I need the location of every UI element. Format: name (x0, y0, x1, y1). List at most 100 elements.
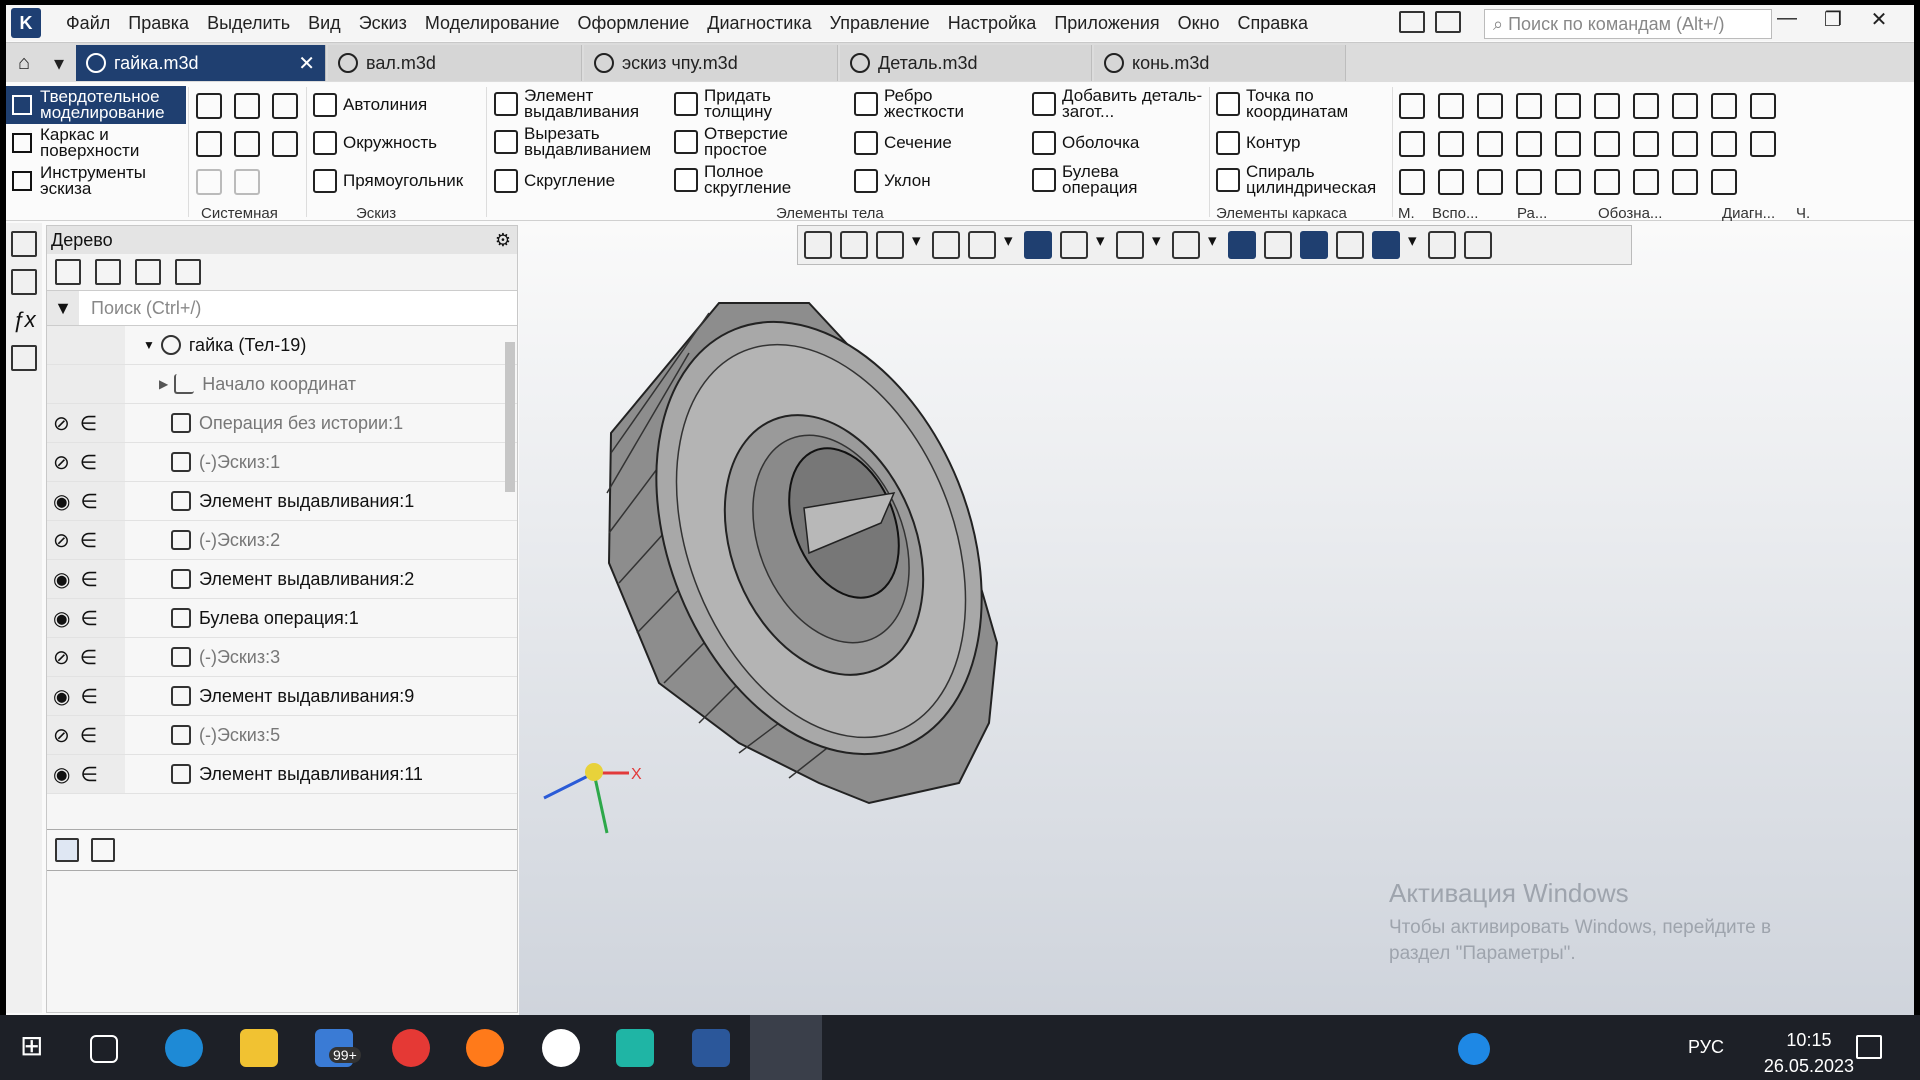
helix-button[interactable]: Спираль цилиндрическая (1216, 163, 1396, 196)
word-icon[interactable] (692, 1029, 730, 1067)
expand-arrow-icon[interactable]: ▶ (159, 377, 168, 391)
mirror-icon[interactable] (1438, 93, 1464, 119)
variables-icon[interactable]: ƒx (11, 307, 37, 333)
eye-icon[interactable]: ◉ (53, 606, 70, 631)
3d-viewport[interactable]: ▾ ▾ ▾ ▾ ▾ ▾ X Активация Windows Чтобы активир… (519, 223, 1914, 1015)
fillet-button[interactable]: Скругление (494, 169, 615, 193)
tree-root[interactable]: ▼ гайка (Тел-19) (47, 326, 517, 365)
undo-icon[interactable] (196, 169, 222, 195)
shell-button[interactable]: Оболочка (1032, 131, 1139, 155)
spring-icon[interactable] (1672, 169, 1698, 195)
eye-icon[interactable]: ◉ (53, 567, 70, 592)
tree-row[interactable]: ◉ ∈ Элемент выдавливания:9 (47, 677, 517, 716)
open-file-icon[interactable] (234, 93, 260, 119)
dimension-icon[interactable] (1711, 131, 1737, 157)
circle-button[interactable]: Окружность (313, 131, 437, 155)
tab-val[interactable]: вал.m3d (328, 45, 582, 81)
tree-origin[interactable]: ▶ Начало координат (47, 365, 517, 404)
hidden-eye-icon[interactable]: ⊘ (53, 528, 70, 553)
draft-button[interactable]: Уклон (854, 169, 931, 193)
leader-icon[interactable] (1711, 169, 1737, 195)
weld-icon[interactable] (1711, 93, 1737, 119)
save-icon[interactable] (272, 93, 298, 119)
hidden-eye-icon[interactable]: ⊘ (53, 450, 70, 475)
yandex-icon[interactable] (542, 1029, 580, 1067)
menu-item[interactable]: Вид (299, 13, 350, 34)
command-search-input[interactable]: ⌕ Поиск по командам (Alt+/) (1484, 9, 1772, 39)
tree-row[interactable]: ⊘ ∈ Операция без истории:1 (47, 404, 517, 443)
tree-row[interactable]: ◉ ∈ Элемент выдавливания:1 (47, 482, 517, 521)
edge-icon[interactable] (165, 1029, 203, 1067)
pattern-icon[interactable] (1438, 131, 1464, 157)
mirror-icon[interactable] (1633, 131, 1659, 157)
tree-structure-icon[interactable] (55, 259, 81, 285)
weld-icon[interactable] (1477, 169, 1503, 195)
mode-sketch-tools[interactable]: Инструменты эскиза (6, 162, 186, 200)
3dsmax-icon[interactable] (616, 1029, 654, 1067)
extrude-button[interactable]: Элемент выдавливания (494, 87, 664, 120)
text-icon[interactable] (1750, 93, 1776, 119)
rectangle-button[interactable]: Прямоугольник (313, 169, 463, 193)
report-icon[interactable] (1594, 93, 1620, 119)
grid-icon[interactable] (1594, 131, 1620, 157)
tab-gaika[interactable]: гайка.m3d ✕ (76, 45, 326, 81)
gear-icon[interactable]: ⚙ (495, 230, 511, 251)
menu-item[interactable]: Справка (1228, 13, 1317, 34)
yandex-browser-icon[interactable] (392, 1029, 430, 1067)
boolean-button[interactable]: Булева операция (1032, 163, 1182, 196)
tree-history-icon[interactable] (95, 259, 121, 285)
rib-button[interactable]: Ребро жесткости (854, 87, 984, 120)
measure-icon[interactable] (1555, 131, 1581, 157)
eye-icon[interactable]: ◉ (53, 684, 70, 709)
language-indicator[interactable]: РУС (1688, 1037, 1724, 1058)
pattern-icon[interactable] (1633, 169, 1659, 195)
autoline-button[interactable]: Автолиния (313, 93, 427, 117)
plane-icon[interactable] (1594, 169, 1620, 195)
restore-icon[interactable]: ❐ (1810, 7, 1856, 32)
tab-kon[interactable]: конь.m3d (1094, 45, 1346, 81)
grid-icon[interactable] (1399, 93, 1425, 119)
hole-button[interactable]: Отверстие простое (674, 125, 814, 158)
cut-extrude-button[interactable]: Вырезать выдавливанием (494, 125, 664, 158)
point-by-coords-button[interactable]: Точка по координатам (1216, 87, 1386, 120)
tree-search[interactable]: ▼ Поиск (Ctrl+/) (47, 290, 517, 326)
close-icon[interactable]: ✕ (1856, 7, 1902, 32)
tree-scrollbar[interactable] (505, 342, 515, 492)
axis-icon[interactable] (1399, 169, 1425, 195)
sweep-icon[interactable] (1672, 93, 1698, 119)
dimension-icon[interactable] (1516, 93, 1542, 119)
thread-icon[interactable] (1477, 93, 1503, 119)
sweep-icon[interactable] (1438, 169, 1464, 195)
tree-components-icon[interactable] (135, 259, 161, 285)
check-icon[interactable] (1555, 169, 1581, 195)
contour-button[interactable]: Контур (1216, 131, 1301, 155)
tab-sketch-cnc[interactable]: эскиз чпу.m3d (584, 45, 838, 81)
eye-icon[interactable]: ◉ (53, 489, 70, 514)
hidden-eye-icon[interactable]: ⊘ (53, 645, 70, 670)
properties-panel-icon[interactable] (11, 269, 37, 295)
menu-item[interactable]: Управление (821, 13, 939, 34)
analysis-icon[interactable] (1555, 93, 1581, 119)
menu-item[interactable]: Выделить (198, 13, 299, 34)
menu-item[interactable]: Моделирование (416, 13, 569, 34)
section-button[interactable]: Сечение (854, 131, 952, 155)
task-view-icon[interactable] (90, 1035, 118, 1063)
full-fillet-button[interactable]: Полное скругление (674, 163, 814, 196)
new-file-icon[interactable] (196, 93, 222, 119)
menu-item[interactable]: Настройка (939, 13, 1046, 34)
properties-tab-icon[interactable] (91, 838, 115, 862)
firefox-icon[interactable] (466, 1029, 504, 1067)
print-icon[interactable] (196, 131, 222, 157)
analysis-icon[interactable] (1750, 131, 1776, 157)
menu-item[interactable]: Оформление (569, 13, 699, 34)
preview-icon[interactable] (234, 131, 260, 157)
thread-icon[interactable] (1672, 131, 1698, 157)
collapse-arrow-icon[interactable]: ▼ (143, 338, 155, 352)
thicken-button[interactable]: Придать толщину (674, 87, 814, 120)
clock[interactable]: 10:15 26.05.2023 (1764, 1027, 1854, 1079)
tree-row[interactable]: ⊘ ∈ (-)Эскиз:1 (47, 443, 517, 482)
menu-item[interactable]: Файл (57, 13, 119, 34)
kompas-taskbar-icon[interactable] (750, 1015, 822, 1080)
add-blank-button[interactable]: Добавить деталь-загот... (1032, 87, 1207, 120)
mode-frame-surfaces[interactable]: Каркас и поверхности (6, 124, 186, 162)
